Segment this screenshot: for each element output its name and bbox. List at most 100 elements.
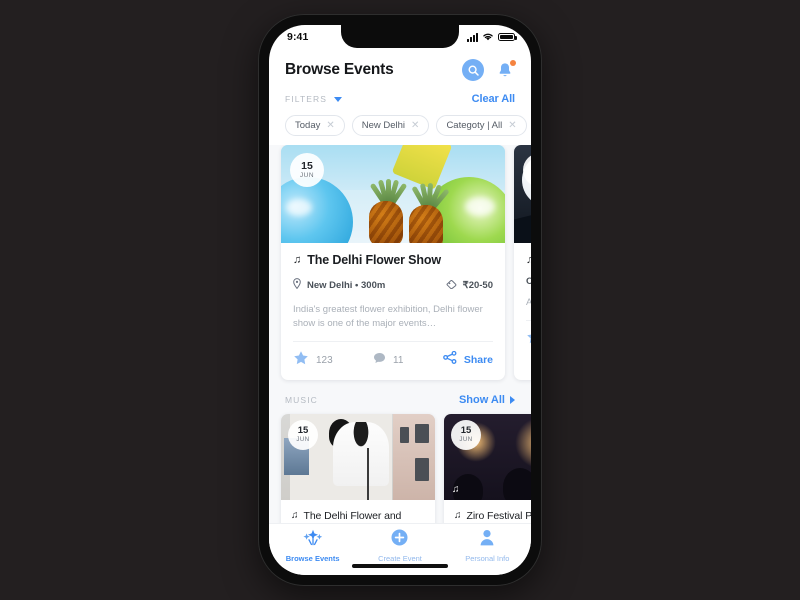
event-date-badge: 15 JUN (290, 153, 324, 187)
filter-chip[interactable]: New Delhi ✕ (351, 115, 430, 136)
tab-personal-info[interactable]: Personal Info (444, 529, 531, 563)
event-date-badge: 15 JUN (451, 419, 481, 450)
music-card[interactable]: 15 JUN ♫ The Delhi Flower and Show (281, 413, 435, 535)
music-section-label: MUSIC (285, 394, 318, 405)
notification-dot (510, 59, 516, 66)
tab-create-event[interactable]: Create Event (356, 529, 443, 563)
clear-all-button[interactable]: Clear All (472, 93, 515, 105)
music-note-icon: ♫ (452, 483, 460, 495)
event-hero-image: 15 JUN (514, 145, 531, 243)
chevron-right-icon (510, 395, 515, 404)
event-card[interactable]: 15 JUN ♫ The Delhi Flower Show New Delhi… (281, 145, 505, 380)
comment-icon (373, 351, 386, 369)
filters-toggle[interactable]: FILTERS (285, 94, 343, 104)
star-icon (526, 329, 531, 350)
filter-chip[interactable]: Categoty | All ✕ (436, 115, 527, 136)
share-icon (442, 350, 457, 369)
music-cards-carousel[interactable]: 15 JUN ♫ The Delhi Flower and Show (269, 413, 532, 535)
like-count: 123 (316, 354, 333, 366)
ticket-icon (446, 276, 457, 294)
event-title-row: ♫ The Delhi Flower Show (293, 253, 493, 267)
event-meta: O (526, 276, 531, 287)
share-label: Share (463, 354, 493, 367)
event-date-day: 15 (460, 424, 472, 436)
featured-events-carousel[interactable]: 15 JUN ♫ The Delhi Flower Show New Delhi… (269, 145, 531, 380)
tab-browse-events[interactable]: Browse Events (269, 529, 356, 563)
notch (341, 25, 459, 48)
music-card-image: 15 JUN ♫ (444, 413, 531, 500)
event-location: O (526, 276, 531, 287)
filters-row: FILTERS Clear All (269, 87, 531, 109)
plus-circle-icon (391, 529, 408, 551)
event-date-month: JUN (296, 437, 310, 444)
event-date-badge: 15 JUN (288, 419, 318, 450)
music-note-icon: ♫ (526, 254, 531, 266)
event-card-body: ♫ The Delhi Flower Show New Delhi • 300m (281, 243, 505, 380)
event-card[interactable]: 15 JUN ♫ A O (514, 145, 531, 380)
header-actions (462, 59, 516, 81)
music-card-title: Ziro Festival Pradesh (466, 509, 532, 522)
music-note-icon: ♫ (293, 254, 302, 266)
filter-chips: Today ✕ New Delhi ✕ Categoty | All ✕ $20… (269, 109, 531, 145)
wifi-icon (482, 28, 494, 46)
status-indicators (467, 28, 517, 46)
music-card[interactable]: 15 JUN ♫ ♫ Ziro Festival Pradesh (444, 413, 532, 535)
share-action[interactable]: Share (435, 350, 493, 369)
event-card-body: ♫ A O A o (514, 243, 531, 359)
chevron-down-icon (334, 96, 343, 102)
event-price-text: ₹20-50 (462, 279, 493, 291)
bell-icon[interactable] (495, 59, 516, 81)
music-note-icon: ♫ (454, 509, 462, 521)
close-icon[interactable]: ✕ (326, 120, 334, 131)
comment-action[interactable]: 11 (373, 351, 435, 369)
show-all-label: Show All (458, 393, 505, 406)
close-icon[interactable]: ✕ (508, 120, 516, 131)
signal-bars-icon (467, 32, 478, 42)
event-date-month: JUN (459, 437, 473, 444)
event-title: The Delhi Flower Show (307, 253, 441, 267)
tab-label: Browse Events (285, 554, 340, 563)
battery-icon (498, 32, 517, 42)
home-indicator (352, 564, 448, 568)
status-time: 9:41 (287, 31, 309, 43)
event-actions: 123 11 Share (293, 340, 493, 380)
close-icon[interactable]: ✕ (411, 120, 419, 131)
page-title: Browse Events (285, 61, 394, 78)
tab-label: Personal Info (465, 554, 510, 563)
location-pin-icon (293, 276, 301, 294)
app-header: Browse Events (269, 49, 531, 87)
chip-label: New Delhi (361, 120, 406, 131)
music-card-image: 15 JUN (281, 413, 435, 500)
event-description: India's greatest flower exhibition, Delh… (293, 304, 483, 329)
show-all-button[interactable]: Show All (459, 394, 515, 406)
event-date-month: JUN (299, 172, 315, 179)
phone-frame: 9:41 Browse Events FILTERS Clear All Tod… (258, 14, 542, 586)
like-action[interactable] (526, 329, 531, 350)
event-location-text: O (526, 276, 531, 287)
event-price: ₹20-50 (446, 276, 493, 294)
star-icon (293, 350, 309, 371)
event-location: New Delhi • 300m (293, 276, 385, 294)
event-date-day: 15 (301, 159, 313, 172)
music-section-header: MUSIC Show All (269, 380, 531, 414)
chip-label: Categoty | All (446, 120, 503, 131)
tab-label: Create Event (378, 554, 422, 563)
event-hero-image: 15 JUN (281, 145, 505, 243)
sparkles-icon (302, 529, 324, 551)
person-icon (479, 529, 495, 551)
filters-label: FILTERS (285, 94, 328, 104)
like-action[interactable]: 123 (293, 350, 373, 371)
phone-screen: 9:41 Browse Events FILTERS Clear All Tod… (269, 25, 531, 575)
chip-label: Today (295, 120, 321, 131)
event-meta: New Delhi • 300m ₹20-50 (293, 276, 493, 294)
event-actions (526, 319, 531, 359)
filter-chip[interactable]: Today ✕ (285, 115, 345, 136)
comment-count: 11 (393, 354, 404, 366)
screenshot-canvas: 9:41 Browse Events FILTERS Clear All Tod… (0, 0, 800, 600)
event-description: A o (526, 297, 531, 308)
event-title-row: ♫ A (526, 253, 531, 267)
event-location-text: New Delhi • 300m (307, 279, 386, 291)
search-icon[interactable] (462, 59, 484, 81)
event-date-day: 15 (297, 424, 309, 436)
events-scroll-area[interactable]: 15 JUN ♫ The Delhi Flower Show New Delhi… (269, 145, 531, 535)
